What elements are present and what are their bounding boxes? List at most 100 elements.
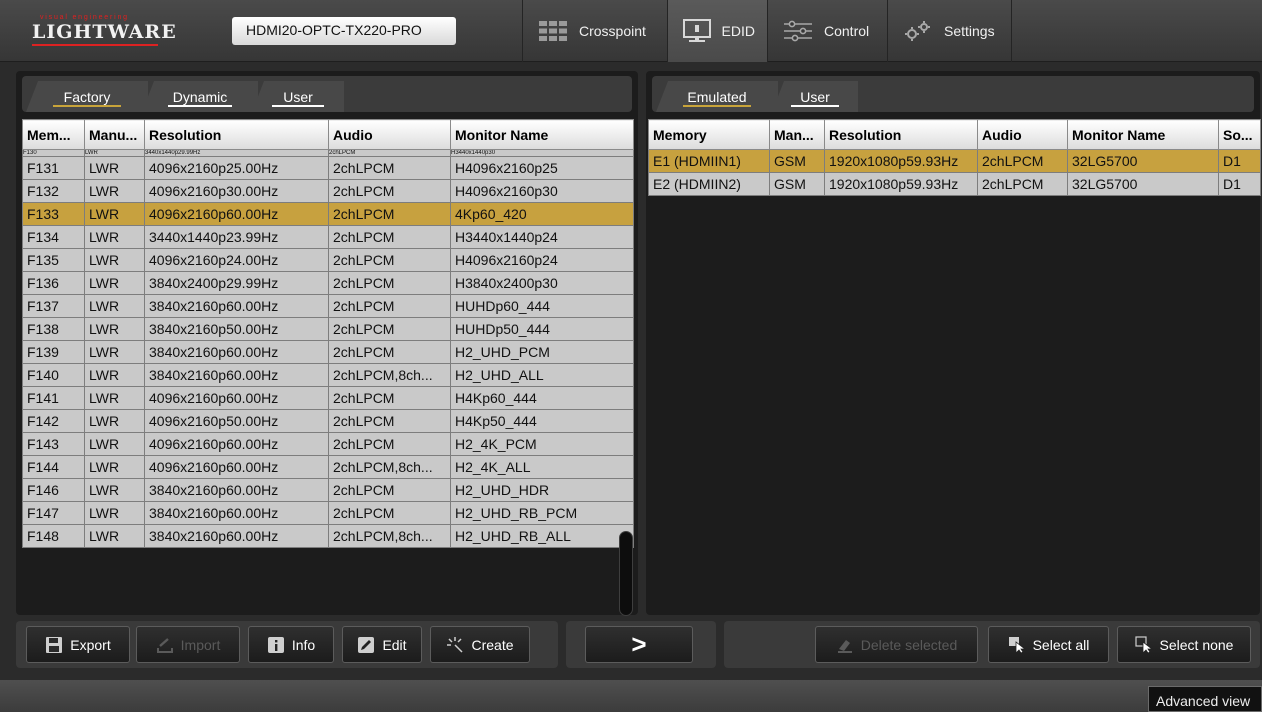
select-none-label: Select none [1159, 636, 1234, 653]
table-cell: 2chLPCM [328, 271, 451, 295]
table-cell: GSM [769, 172, 825, 196]
import-icon [156, 636, 174, 654]
advanced-view-label: Advanced view [1156, 693, 1251, 709]
table-cell: LWR [84, 202, 145, 226]
column-header[interactable]: Man... [769, 119, 825, 150]
table-row[interactable]: F138 LWR 3840x2160p50.00Hz 2chLPCM HUHDp50_4… [22, 317, 634, 341]
table-row[interactable]: E1 (HDMIIN1) GSM 1920x1080p59.93Hz 2chLPCM 3… [648, 149, 1261, 173]
table-cell: 3840x2160p60.00Hz [144, 478, 329, 502]
column-header[interactable]: Mem... [22, 119, 85, 150]
table-row[interactable]: F140 LWR 3840x2160p60.00Hz 2chLPCM,8ch... H2… [22, 363, 634, 387]
table-row[interactable]: F143 LWR 4096x2160p60.00Hz 2chLPCM H2_4K_PCM [22, 432, 634, 456]
column-header[interactable]: Resolution [144, 119, 329, 150]
sparkle-icon [446, 636, 464, 654]
left-table-scrollbar[interactable] [614, 147, 638, 616]
table-cell: H2_UHD_HDR [450, 478, 634, 502]
column-header[interactable]: Resolution [824, 119, 978, 150]
emulated-edid-table: Memory Man... Resolution Audio Monitor N… [648, 119, 1261, 196]
tab-user[interactable]: User [252, 81, 344, 112]
table-row[interactable]: F137 LWR 3840x2160p60.00Hz 2chLPCM HUHDp60_4… [22, 294, 634, 318]
table-row[interactable]: F133 LWR 4096x2160p60.00Hz 2chLPCM 4Kp60_420 [22, 202, 634, 226]
table-cell: LWR [84, 248, 145, 272]
table-cell: LWR [84, 432, 145, 456]
eraser-icon [836, 636, 854, 654]
table-row[interactable]: F136 LWR 3840x2400p29.99Hz 2chLPCM H3840x240… [22, 271, 634, 295]
tab-user-emulated[interactable]: User [772, 81, 858, 112]
table-cell: 2chLPCM [328, 202, 451, 226]
table-cell: 3840x2160p60.00Hz [144, 363, 329, 387]
grid-icon [535, 19, 571, 43]
top-bar: visual engineering LIGHTWARE HDMI20-OPTC… [0, 0, 1262, 62]
table-row[interactable]: F146 LWR 3840x2160p60.00Hz 2chLPCM H2_UHD_HD… [22, 478, 634, 502]
table-cell: 3840x2160p60.00Hz [144, 340, 329, 364]
select-cursor-icon [1008, 636, 1026, 654]
table-cell: H4096x2160p25 [450, 156, 634, 180]
table-cell: H2_UHD_PCM [450, 340, 634, 364]
advanced-view-button[interactable]: Advanced view [1148, 686, 1262, 712]
table-row[interactable]: F135 LWR 4096x2160p24.00Hz 2chLPCM H4096x216… [22, 248, 634, 272]
select-all-label: Select all [1032, 636, 1090, 653]
select-all-button[interactable]: Select all [988, 626, 1109, 663]
create-button-label: Create [471, 636, 514, 653]
nav-control[interactable]: Control [767, 0, 887, 62]
table-row[interactable]: F142 LWR 4096x2160p50.00Hz 2chLPCM H4Kp50_44… [22, 409, 634, 433]
device-name-field[interactable]: HDMI20-OPTC-TX220-PRO [232, 17, 456, 45]
table-cell: 3440x1440p23.99Hz [144, 225, 329, 249]
tab-dynamic-underline [167, 105, 233, 107]
transfer-button-label: > [631, 629, 647, 659]
table-cell: 2chLPCM [328, 179, 451, 203]
edit-button[interactable]: Edit [342, 626, 422, 663]
table-row[interactable]: F139 LWR 3840x2160p60.00Hz 2chLPCM H2_UHD_PC… [22, 340, 634, 364]
table-row[interactable]: F131 LWR 4096x2160p25.00Hz 2chLPCM H4096x216… [22, 156, 634, 180]
table-cell: 2chLPCM,8ch... [328, 363, 451, 387]
table-row[interactable]: F132 LWR 4096x2160p30.00Hz 2chLPCM H4096x216… [22, 179, 634, 203]
transfer-edid-button[interactable]: > [585, 626, 693, 663]
table-cell: H4096x2160p30 [450, 179, 634, 203]
table-cell: F139 [22, 340, 85, 364]
column-header[interactable]: Audio [977, 119, 1068, 150]
table-cell: 2chLPCM [328, 248, 451, 272]
column-header[interactable]: Audio [328, 119, 451, 150]
table-row[interactable]: F144 LWR 4096x2160p60.00Hz 2chLPCM,8ch... H2… [22, 455, 634, 479]
gears-icon [900, 19, 936, 43]
pencil-icon [357, 636, 375, 654]
table-cell: LWR [84, 294, 145, 318]
scrollbar-thumb[interactable] [619, 531, 633, 616]
nav-settings-label: Settings [944, 23, 995, 39]
column-header[interactable]: Monitor Name [450, 119, 634, 150]
column-header[interactable]: Monitor Name [1067, 119, 1219, 150]
table-cell: 4096x2160p60.00Hz [144, 432, 329, 456]
table-cell: LWR [84, 340, 145, 364]
table-cell: 32LG5700 [1067, 172, 1219, 196]
column-header[interactable]: Memory [648, 119, 770, 150]
table-cell: 2chLPCM [328, 340, 451, 364]
table-cell: H3440x1440p30 [450, 149, 634, 157]
tab-emulated[interactable]: Emulated [656, 81, 778, 112]
create-button[interactable]: Create [430, 626, 530, 663]
table-row[interactable]: E2 (HDMIIN2) GSM 1920x1080p59.93Hz 2chLPCM 3… [648, 172, 1261, 196]
import-button[interactable]: Import [136, 626, 240, 663]
info-button[interactable]: Info [248, 626, 334, 663]
table-row[interactable]: F141 LWR 4096x2160p60.00Hz 2chLPCM H4Kp60_44… [22, 386, 634, 410]
table-cell: F134 [22, 225, 85, 249]
column-header[interactable]: Manu... [84, 119, 145, 150]
nav-edid[interactable]: EDID [667, 0, 767, 62]
table-cell: LWR [84, 225, 145, 249]
table-row[interactable]: F148 LWR 3840x2160p60.00Hz 2chLPCM,8ch... H2… [22, 524, 634, 548]
table-cell: F146 [22, 478, 85, 502]
tab-factory[interactable]: Factory [26, 81, 148, 112]
select-none-button[interactable]: Select none [1117, 626, 1251, 663]
tab-user-underline [272, 105, 324, 107]
nav-settings[interactable]: Settings [887, 0, 1012, 62]
table-cell: F143 [22, 432, 85, 456]
table-row-partial[interactable]: F130 LWR 3440x1440p29.99Hz 2chLPCM H3440x144… [22, 149, 634, 157]
table-row[interactable]: F147 LWR 3840x2160p60.00Hz 2chLPCM H2_UHD_RB… [22, 501, 634, 525]
table-row[interactable]: F134 LWR 3440x1440p23.99Hz 2chLPCM H3440x144… [22, 225, 634, 249]
monitor-icon [680, 19, 714, 43]
nav-crosspoint[interactable]: Crosspoint [522, 0, 667, 62]
column-header[interactable]: So... [1218, 119, 1261, 150]
factory-edid-panel: Factory Dynamic User Mem... Manu... Reso… [16, 71, 638, 616]
export-button[interactable]: Export [26, 626, 130, 663]
delete-selected-button[interactable]: Delete selected [815, 626, 978, 663]
tab-dynamic[interactable]: Dynamic [142, 81, 258, 112]
